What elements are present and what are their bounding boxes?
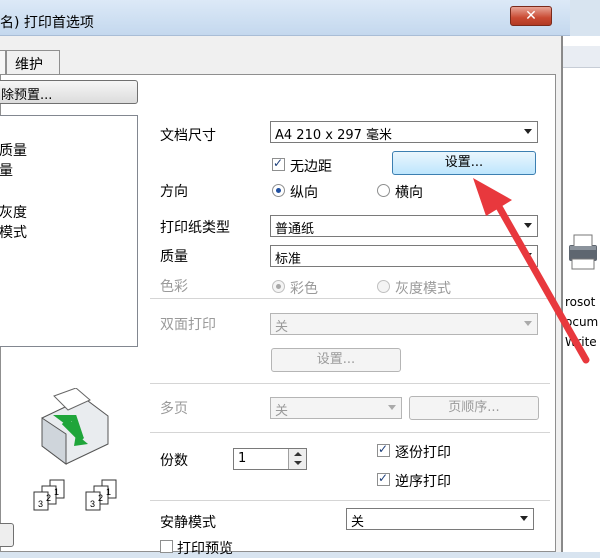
background-toolbar <box>563 46 600 68</box>
chevron-down-icon <box>524 253 532 258</box>
divider <box>150 298 550 299</box>
print-preview-label: 打印预览 <box>177 541 233 557</box>
borderless-label: 无边距 <box>290 159 332 175</box>
copies-label: 份数 <box>160 453 188 469</box>
multipage-select[interactable]: 关 <box>270 397 402 419</box>
delete-preset-button[interactable]: 除预置... <box>0 80 138 104</box>
duplex-setup-button[interactable]: 设置... <box>271 348 401 372</box>
grayscale-radio[interactable] <box>377 280 390 293</box>
reverse-order-checkbox[interactable] <box>377 471 390 486</box>
collate-pages-icon-2: 3 2 1 <box>85 479 117 511</box>
color-option-label: 彩色 <box>290 281 318 297</box>
chevron-down-icon <box>520 516 528 521</box>
paper-type-select[interactable]: 普通纸 <box>270 215 538 237</box>
background-label-3: Write <box>565 335 597 349</box>
collate-checkbox[interactable] <box>377 442 390 457</box>
quiet-mode-label: 安静模式 <box>160 515 216 531</box>
list-item[interactable]: 量 <box>0 160 13 180</box>
list-item[interactable]: 模式 <box>0 222 27 242</box>
chevron-down-icon <box>524 321 532 326</box>
quiet-mode-select[interactable]: 关 <box>346 508 534 530</box>
quality-value: 标准 <box>275 252 302 267</box>
preset-list[interactable]: 质量 量 灰度 模式 <box>0 115 138 347</box>
doc-size-value: A4 210 x 297 毫米 <box>275 128 393 143</box>
printer-preview-image <box>41 388 109 465</box>
divider <box>150 432 550 433</box>
page-order-button[interactable]: 页顺序... <box>409 396 539 420</box>
duplex-select[interactable]: 关 <box>270 313 538 335</box>
svg-text:1: 1 <box>54 487 59 497</box>
copies-value: 1 <box>238 451 247 466</box>
paper-setup-button[interactable]: 设置... <box>392 151 536 175</box>
divider <box>150 500 550 501</box>
grayscale-option-label: 灰度模式 <box>395 281 451 297</box>
close-button[interactable]: ✕ <box>510 6 552 26</box>
list-item[interactable]: 质量 <box>0 140 27 160</box>
doc-size-select[interactable]: A4 210 x 297 毫米 <box>270 121 538 143</box>
list-item[interactable]: 灰度 <box>0 202 27 222</box>
orientation-label: 方向 <box>160 184 188 200</box>
multipage-label: 多页 <box>160 401 188 417</box>
portrait-label: 纵向 <box>290 185 318 201</box>
window-title: 名) 打印首选项 <box>0 15 94 31</box>
printer-icon[interactable] <box>567 231 599 275</box>
landscape-radio[interactable] <box>377 184 390 197</box>
chevron-down-icon <box>524 129 532 134</box>
collate-label: 逐份打印 <box>395 445 451 461</box>
spin-down-icon[interactable] <box>294 461 302 465</box>
background-label-1: rosot <box>565 295 596 309</box>
landscape-label: 横向 <box>395 185 423 201</box>
copies-spinner[interactable]: 1 <box>233 448 307 470</box>
portrait-radio[interactable] <box>272 184 285 197</box>
quiet-mode-value: 关 <box>351 515 365 530</box>
chevron-down-icon <box>524 223 532 228</box>
collate-pages-icon-1: 3 2 1 <box>33 479 65 511</box>
borderless-checkbox[interactable] <box>272 156 285 171</box>
paper-type-value: 普通纸 <box>275 222 315 237</box>
left-bottom-button[interactable] <box>0 523 14 547</box>
print-preview-checkbox[interactable] <box>160 540 173 553</box>
svg-text:2: 2 <box>46 493 51 503</box>
duplex-label: 双面打印 <box>160 317 216 333</box>
background-window: rosot ocum Write <box>562 36 600 552</box>
svg-text:3: 3 <box>38 499 43 509</box>
paper-type-label: 打印纸类型 <box>160 220 230 236</box>
doc-size-label: 文档尺寸 <box>160 128 216 144</box>
color-label: 色彩 <box>160 279 188 295</box>
tab-maintenance[interactable]: 维护 <box>6 50 60 74</box>
reverse-order-label: 逆序打印 <box>395 474 451 490</box>
svg-text:1: 1 <box>106 487 111 497</box>
background-label-2: ocum <box>565 315 599 329</box>
quality-select[interactable]: 标准 <box>270 245 538 267</box>
svg-text:3: 3 <box>90 499 95 509</box>
duplex-value: 关 <box>275 320 289 335</box>
svg-text:2: 2 <box>98 493 103 503</box>
copies-spin-buttons[interactable] <box>288 449 306 469</box>
chevron-down-icon <box>388 405 396 410</box>
multipage-value: 关 <box>275 404 289 419</box>
quality-label: 质量 <box>160 249 188 265</box>
color-radio[interactable] <box>272 280 285 293</box>
spin-up-icon[interactable] <box>294 452 302 456</box>
title-bar: 名) 打印首选项 ✕ <box>0 0 570 36</box>
divider <box>150 383 550 384</box>
